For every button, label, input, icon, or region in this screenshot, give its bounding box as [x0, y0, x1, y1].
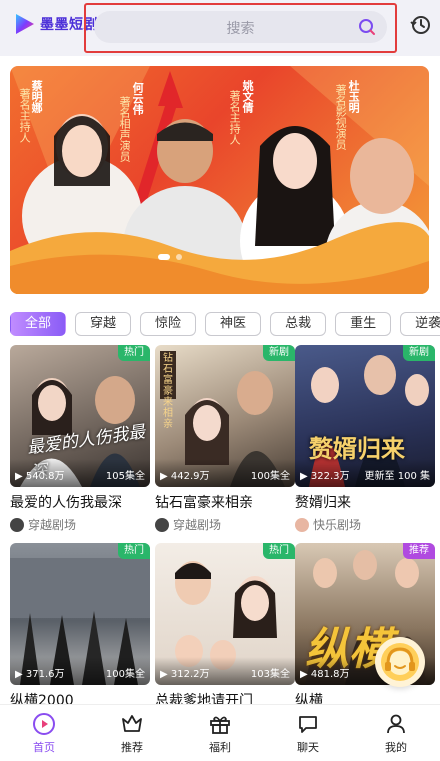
logo-play-icon: [16, 14, 34, 34]
category-chips: 全部 穿越 惊险 神医 总裁 重生 逆袭: [10, 312, 440, 336]
banner-name-4: 杜玉明: [347, 80, 361, 113]
chip-ceo[interactable]: 总裁: [270, 312, 327, 336]
drama-card[interactable]: 钻石富豪来相亲 新剧 ▶ 442.9万 100集全 钻石富豪来相亲 穿越剧场: [155, 345, 295, 533]
chip-thriller[interactable]: 惊险: [140, 312, 197, 336]
banner-role-3: 著名主持人: [228, 90, 242, 145]
home-play-icon: [33, 713, 55, 735]
nav-home[interactable]: 首页: [0, 705, 88, 761]
play-count: ▶ 481.8万: [300, 669, 350, 680]
status-badge: 热门: [118, 345, 150, 361]
play-count: ▶ 371.6万: [15, 669, 65, 680]
banner-name-3: 姚文倩: [241, 80, 255, 113]
nav-label: 我的: [385, 741, 407, 754]
pager-dot-active: [158, 254, 170, 260]
chip-rebirth[interactable]: 重生: [335, 312, 392, 336]
banner-pager: [158, 254, 182, 260]
drama-poster[interactable]: 最爱的人伤我最深 热门 ▶ 540.8万 105集全: [10, 345, 150, 487]
nav-welfare[interactable]: 福利: [176, 705, 264, 761]
nav-label: 聊天: [297, 741, 319, 754]
profile-icon: [387, 714, 405, 734]
chat-icon: [299, 716, 317, 733]
nav-label: 推荐: [121, 741, 143, 754]
source-name: 穿越剧场: [28, 518, 77, 532]
episode-count: 105集全: [105, 471, 145, 482]
drama-poster[interactable]: 赘婿归来 新剧 ▶ 322.3万 更新至 100 集: [295, 345, 435, 487]
drama-card[interactable]: 赘婿归来 新剧 ▶ 322.3万 更新至 100 集 赘婿归来 快乐剧场: [295, 345, 435, 533]
drama-source[interactable]: 穿越剧场: [10, 516, 150, 533]
history-icon[interactable]: [410, 14, 432, 36]
banner-role-2: 著名相声演员: [118, 96, 132, 162]
episode-count: 更新至 100 集: [364, 471, 430, 482]
banner-name-1: 蔡明娜: [30, 80, 44, 113]
play-count-value: 442.9万: [170, 471, 210, 482]
customer-service-button[interactable]: [375, 637, 425, 687]
nav-chat[interactable]: 聊天: [264, 705, 352, 761]
play-count-value: 312.2万: [170, 669, 210, 680]
episode-count: 100集全: [250, 471, 290, 482]
chip-counterattack[interactable]: 逆袭: [400, 312, 440, 336]
drama-title[interactable]: 赘婿归来: [295, 492, 435, 512]
poster-title-art: 钻石富豪来相亲: [163, 353, 173, 430]
source-name: 快乐剧场: [313, 518, 362, 532]
drama-title[interactable]: 最爱的人伤我最深: [10, 492, 150, 512]
play-count-value: 481.8万: [310, 669, 350, 680]
pager-dot: [176, 254, 182, 260]
nav-recommend[interactable]: 推荐: [88, 705, 176, 761]
nav-mine[interactable]: 我的: [352, 705, 440, 761]
status-badge: 新剧: [263, 345, 295, 361]
banner-role-4: 著名影视演员: [334, 84, 348, 150]
banner-name-2: 何云伟: [131, 82, 145, 115]
drama-title[interactable]: 钻石富豪来相亲: [155, 492, 295, 512]
drama-source[interactable]: 快乐剧场: [295, 516, 435, 533]
status-badge: 推荐: [403, 543, 435, 559]
bottom-nav: 首页 推荐 福利 聊天 我的: [0, 704, 440, 761]
drama-poster[interactable]: 热门 ▶ 312.2万 103集全: [155, 543, 295, 685]
play-count: ▶ 322.3万: [300, 471, 350, 482]
play-count-value: 371.6万: [25, 669, 65, 680]
chip-all[interactable]: 全部: [10, 312, 67, 336]
play-count: ▶ 540.8万: [15, 471, 65, 482]
status-badge: 新剧: [403, 345, 435, 361]
search-icon[interactable]: [357, 17, 377, 37]
drama-card[interactable]: 热门 ▶ 312.2万 103集全 总裁爹地请开门: [155, 543, 295, 710]
play-count: ▶ 442.9万: [160, 471, 210, 482]
app-screen: 墨墨短剧 搜索 著名主持人 蔡明娜 著名相声演员 何云伟 著名主持人 姚文倩 著…: [0, 0, 440, 761]
source-avatar: [155, 517, 169, 532]
headset-icon: [381, 643, 419, 681]
nav-label: 福利: [209, 741, 231, 754]
drama-card[interactable]: 热门 ▶ 371.6万 100集全 纵横2000: [10, 543, 150, 710]
chip-time-travel[interactable]: 穿越: [75, 312, 132, 336]
nav-label: 首页: [33, 741, 55, 754]
search-input[interactable]: 搜索: [94, 11, 387, 43]
status-badge: 热门: [263, 543, 295, 559]
episode-count: 103集全: [250, 669, 290, 680]
drama-source[interactable]: 穿越剧场: [155, 516, 295, 533]
search-placeholder: 搜索: [226, 21, 255, 37]
episode-count: 100集全: [105, 669, 145, 680]
banner-artwork: [10, 66, 429, 294]
banner-role-1: 著名主持人: [18, 88, 32, 143]
chip-doctor[interactable]: 神医: [205, 312, 262, 336]
source-avatar: [10, 517, 24, 532]
gift-icon: [210, 716, 230, 734]
search-highlight: 搜索: [84, 3, 397, 53]
drama-card[interactable]: 最爱的人伤我最深 热门 ▶ 540.8万 105集全 最爱的人伤我最深 穿越剧场: [10, 345, 150, 533]
status-badge: 热门: [118, 543, 150, 559]
promo-banner[interactable]: 著名主持人 蔡明娜 著名相声演员 何云伟 著名主持人 姚文倩 著名影视演员 杜玉…: [10, 66, 429, 294]
drama-poster[interactable]: 钻石富豪来相亲 新剧 ▶ 442.9万 100集全: [155, 345, 295, 487]
drama-poster[interactable]: 热门 ▶ 371.6万 100集全: [10, 543, 150, 685]
source-name: 穿越剧场: [173, 518, 222, 532]
play-count: ▶ 312.2万: [160, 669, 210, 680]
crown-icon: [122, 715, 142, 732]
play-count-value: 540.8万: [25, 471, 65, 482]
top-bar: 墨墨短剧 搜索: [0, 0, 440, 56]
play-count-value: 322.3万: [310, 471, 350, 482]
source-avatar: [295, 517, 309, 532]
